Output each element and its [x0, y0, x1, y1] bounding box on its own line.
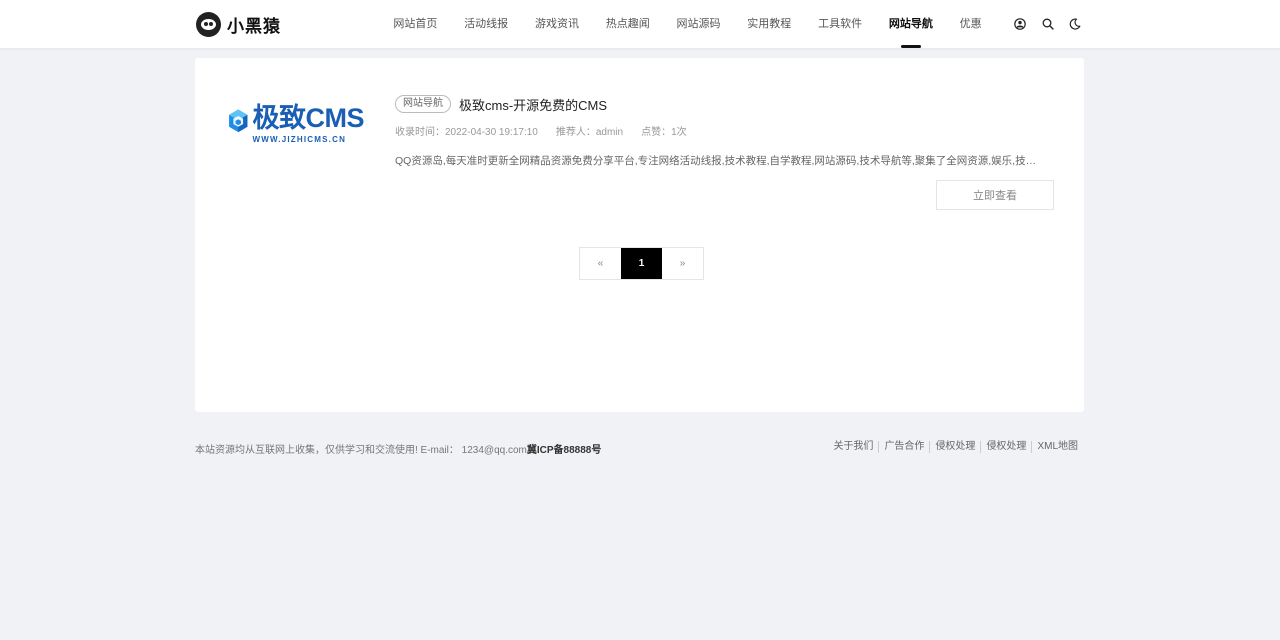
moon-icon[interactable] — [1065, 14, 1085, 34]
brand-name: 小黑猿 — [227, 16, 281, 36]
cube-logo-icon — [229, 109, 248, 133]
item-likes: 点赞：1次 — [641, 127, 687, 138]
nav-item-source-code[interactable]: 网站源码 — [663, 0, 734, 48]
nav-item-tutorials[interactable]: 实用教程 — [734, 0, 805, 48]
thumbnail-title: 极致CMS — [252, 102, 365, 133]
footer-link-infringement[interactable]: 侵权处理 — [929, 441, 980, 453]
main-nav: 网站首页 活动线报 游戏资讯 热点趣闻 网站源码 实用教程 工具软件 网站导航 … — [380, 0, 995, 48]
nav-item-tools[interactable]: 工具软件 — [805, 0, 876, 48]
item-title[interactable]: 极致cms-开源免费的CMS — [459, 95, 607, 114]
footer-link-infringement-2[interactable]: 侵权处理 — [980, 441, 1031, 453]
nav-item-game-news[interactable]: 游戏资讯 — [522, 0, 593, 48]
nav-item-home[interactable]: 网站首页 — [380, 0, 451, 48]
item-description: QQ资源岛,每天准时更新全网精品资源免费分享平台,专注网络活动线报,技术教程,自… — [395, 155, 1045, 167]
thumbnail-subtitle: WWW.JIZHICMS.CN — [252, 134, 347, 144]
icp-link[interactable]: 冀ICP备88888号 — [527, 445, 601, 456]
search-icon[interactable] — [1038, 14, 1058, 34]
site-logo[interactable]: 小黑猿 — [196, 11, 281, 37]
footer-notice-text: 本站资源均从互联网上收集，仅供学习和交流使用! E-mail： 1234@qq.… — [195, 445, 527, 456]
item-date: 收录时间：2022-04-30 19:17:10 — [395, 127, 538, 138]
current-page-button[interactable]: 1 — [621, 248, 662, 279]
nav-item-activity[interactable]: 活动线报 — [451, 0, 522, 48]
footer-link-ads[interactable]: 广告合作 — [878, 441, 929, 453]
monkey-logo-icon — [196, 11, 221, 37]
pagination: « 1 » — [579, 247, 704, 280]
footer-links: 关于我们 广告合作 侵权处理 侵权处理 XML地图 — [828, 441, 1083, 453]
footer-link-sitemap[interactable]: XML地图 — [1031, 441, 1083, 453]
item-meta: 收录时间：2022-04-30 19:17:10 推荐人：admin 点赞：1次 — [395, 123, 1055, 138]
site-thumbnail[interactable]: 极致CMS WWW.JIZHICMS.CN — [228, 94, 364, 152]
header-tools — [1010, 14, 1093, 34]
site-header: 小黑猿 网站首页 活动线报 游戏资讯 热点趣闻 网站源码 实用教程 工具软件 网… — [0, 0, 1280, 48]
next-page-button[interactable]: » — [662, 248, 703, 279]
footer-link-about[interactable]: 关于我们 — [828, 441, 878, 453]
nav-item-site-nav[interactable]: 网站导航 — [875, 0, 946, 48]
item-author: 推荐人：admin — [555, 127, 624, 138]
view-now-button[interactable]: 立即查看 — [936, 180, 1054, 210]
nav-item-hot-news[interactable]: 热点趣闻 — [592, 0, 663, 48]
footer-notice: 本站资源均从互联网上收集，仅供学习和交流使用! E-mail： 1234@qq.… — [195, 441, 601, 456]
content-card: 极致CMS WWW.JIZHICMS.CN 网站导航 极致cms-开源免费的CM… — [195, 58, 1084, 412]
nav-item-deals[interactable]: 优惠 — [946, 0, 995, 48]
user-icon[interactable] — [1010, 14, 1030, 34]
category-tag[interactable]: 网站导航 — [395, 95, 451, 113]
prev-page-button[interactable]: « — [580, 248, 621, 279]
item-info: 网站导航 极致cms-开源免费的CMS 收录时间：2022-04-30 19:1… — [395, 94, 1055, 168]
